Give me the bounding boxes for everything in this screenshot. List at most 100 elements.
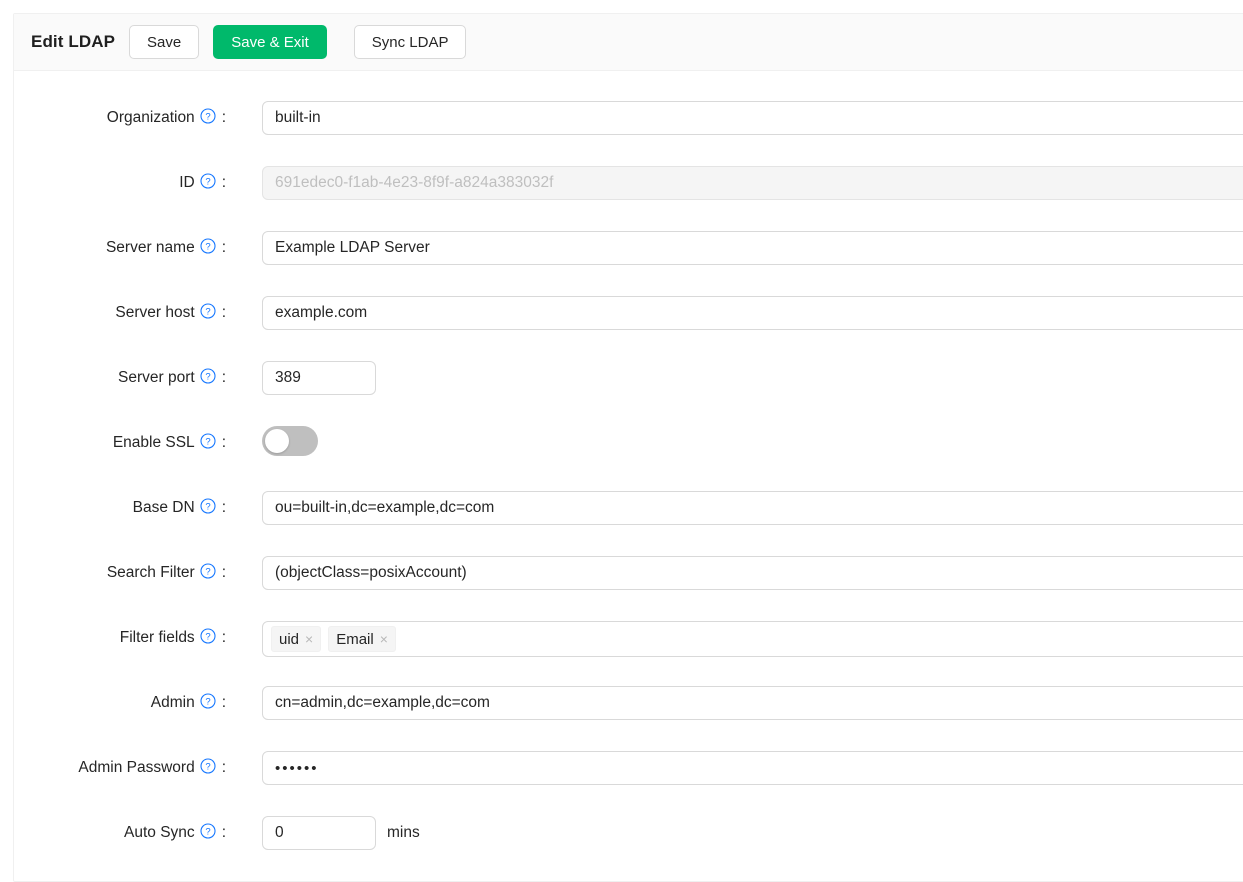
svg-text:?: ? — [205, 242, 210, 253]
label-server-port: Server port?: — [14, 361, 226, 397]
label-admin-password: Admin Password?: — [14, 751, 226, 787]
field-auto-sync: mins — [226, 816, 1243, 850]
label-text: Organization — [107, 109, 195, 126]
close-icon[interactable]: × — [305, 632, 313, 646]
label-text: Search Filter — [107, 564, 195, 581]
svg-text:?: ? — [205, 307, 210, 318]
label-text: Filter fields — [120, 629, 195, 646]
label-text: ID — [179, 174, 195, 191]
form-row-server-name: Server name?: — [14, 231, 1243, 296]
switch-knob — [265, 429, 289, 453]
label-enable-ssl: Enable SSL?: — [14, 426, 226, 462]
field-id — [226, 166, 1243, 200]
help-icon[interactable]: ? — [200, 623, 216, 657]
help-icon[interactable]: ? — [200, 363, 216, 397]
input-server-host[interactable] — [262, 296, 1243, 330]
help-icon[interactable]: ? — [200, 818, 216, 852]
help-icon[interactable]: ? — [200, 428, 216, 462]
input-search-filter[interactable] — [262, 556, 1243, 590]
tag-select-filter-fields[interactable]: uid × Email × — [262, 621, 1243, 657]
label-organization: Organization?: — [14, 101, 226, 137]
svg-text:?: ? — [205, 697, 210, 708]
field-admin — [226, 686, 1243, 720]
tag-item: Email × — [328, 626, 396, 652]
input-admin-password[interactable] — [262, 751, 1243, 785]
label-server-host: Server host?: — [14, 296, 226, 332]
form-row-admin: Admin?: — [14, 686, 1243, 751]
label-text: Admin Password — [78, 759, 194, 776]
svg-text:?: ? — [205, 827, 210, 838]
form-row-server-host: Server host?: — [14, 296, 1243, 361]
label-base-dn: Base DN?: — [14, 491, 226, 527]
field-server-host — [226, 296, 1243, 330]
field-admin-password — [226, 751, 1243, 785]
label-id: ID?: — [14, 166, 226, 202]
label-text: Base DN — [133, 499, 195, 516]
edit-ldap-card: Edit LDAP Save Save & Exit Sync LDAP Organ… — [13, 13, 1243, 882]
label-text: Server port — [118, 369, 195, 386]
label-text: Enable SSL — [113, 434, 195, 451]
svg-text:?: ? — [205, 112, 210, 123]
field-base-dn — [226, 491, 1243, 525]
form-row-id: ID?: — [14, 166, 1243, 231]
help-icon[interactable]: ? — [200, 493, 216, 527]
field-filter-fields: uid × Email × — [226, 621, 1243, 657]
field-search-filter — [226, 556, 1243, 590]
form-row-server-port: Server port?: — [14, 361, 1243, 426]
label-text: Server name — [106, 239, 195, 256]
svg-text:?: ? — [205, 632, 210, 643]
field-enable-ssl — [226, 426, 1243, 456]
save-and-exit-button[interactable]: Save & Exit — [213, 25, 327, 59]
label-auto-sync: Auto Sync?: — [14, 816, 226, 852]
sync-ldap-button[interactable]: Sync LDAP — [354, 25, 467, 59]
form-row-filter-fields: Filter fields?: uid × Email × — [14, 621, 1243, 686]
tag-item: uid × — [271, 626, 321, 652]
page-title: Edit LDAP — [31, 32, 115, 52]
svg-text:?: ? — [205, 762, 210, 773]
label-text: Auto Sync — [124, 824, 195, 841]
header-button-group: Save Save & Exit Sync LDAP — [129, 25, 466, 59]
help-icon[interactable]: ? — [200, 558, 216, 592]
suffix-auto-sync: mins — [387, 824, 420, 842]
input-base-dn[interactable] — [262, 491, 1243, 525]
form-row-base-dn: Base DN?: — [14, 491, 1243, 556]
input-auto-sync[interactable] — [262, 816, 376, 850]
form-row-organization: Organization?: — [14, 101, 1243, 166]
tag-label: Email — [336, 631, 374, 648]
help-icon[interactable]: ? — [200, 688, 216, 722]
svg-text:?: ? — [205, 437, 210, 448]
label-admin: Admin?: — [14, 686, 226, 722]
label-text: Admin — [151, 694, 195, 711]
input-server-port[interactable] — [262, 361, 376, 395]
form-row-admin-password: Admin Password?: — [14, 751, 1243, 816]
label-search-filter: Search Filter?: — [14, 556, 226, 592]
input-organization[interactable] — [262, 101, 1243, 135]
svg-text:?: ? — [205, 177, 210, 188]
input-server-name[interactable] — [262, 231, 1243, 265]
label-server-name: Server name?: — [14, 231, 226, 267]
help-icon[interactable]: ? — [200, 103, 216, 137]
label-filter-fields: Filter fields?: — [14, 621, 226, 657]
svg-text:?: ? — [205, 502, 210, 513]
form-row-enable-ssl: Enable SSL?: — [14, 426, 1243, 491]
close-icon[interactable]: × — [380, 632, 388, 646]
tag-label: uid — [279, 631, 299, 648]
help-icon[interactable]: ? — [200, 168, 216, 202]
svg-text:?: ? — [205, 567, 210, 578]
help-icon[interactable]: ? — [200, 753, 216, 787]
help-icon[interactable]: ? — [200, 298, 216, 332]
input-admin[interactable] — [262, 686, 1243, 720]
label-text: Server host — [115, 304, 194, 321]
field-server-name — [226, 231, 1243, 265]
form-row-search-filter: Search Filter?: — [14, 556, 1243, 621]
help-icon[interactable]: ? — [200, 233, 216, 267]
ldap-form: Organization?: ID?: Server name?: Server ho… — [14, 71, 1243, 881]
form-row-auto-sync: Auto Sync?: mins — [14, 816, 1243, 881]
save-button[interactable]: Save — [129, 25, 199, 59]
svg-text:?: ? — [205, 372, 210, 383]
switch-enable-ssl[interactable] — [262, 426, 318, 456]
card-header: Edit LDAP Save Save & Exit Sync LDAP — [14, 14, 1243, 71]
field-organization — [226, 101, 1243, 135]
input-id — [262, 166, 1243, 200]
field-server-port — [226, 361, 1243, 395]
